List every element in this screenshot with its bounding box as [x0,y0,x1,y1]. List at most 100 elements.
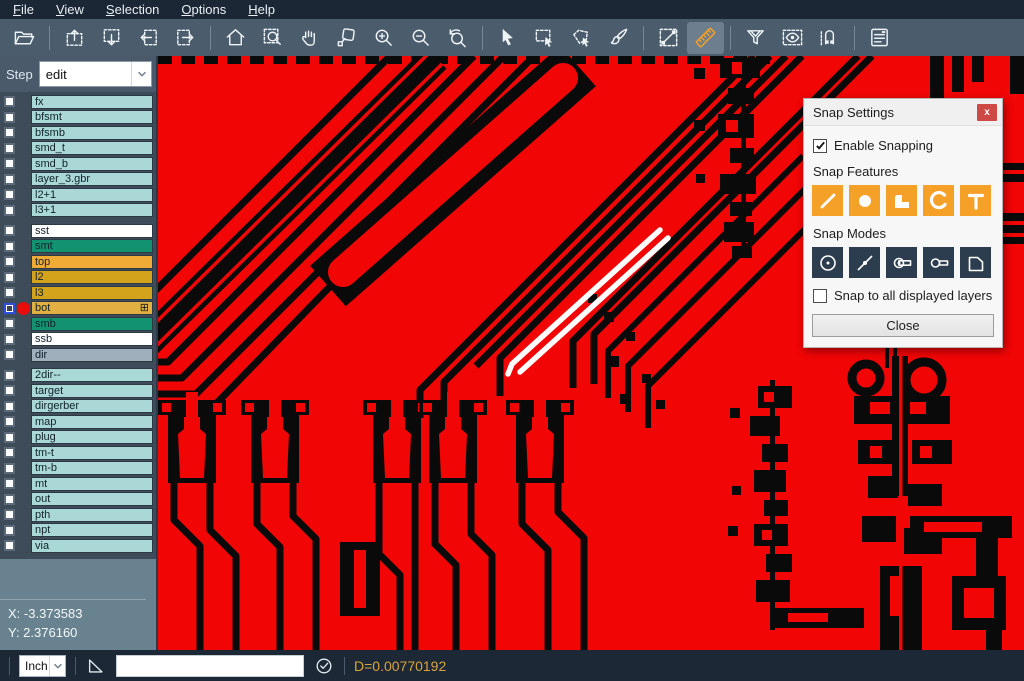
layer-checkbox[interactable] [4,540,15,551]
layer-checkbox[interactable] [4,447,15,458]
layer-row-smt[interactable]: smt [0,239,156,255]
tool-ruler[interactable] [687,22,724,54]
layer-checkbox[interactable] [4,509,15,520]
layer-label[interactable]: tm-t [31,446,153,460]
unit-select[interactable]: Inch [19,655,66,677]
dialog-title-bar[interactable]: Snap Settings x [804,99,1002,126]
layer-row-l2+1[interactable]: l2+1 [0,187,156,203]
layer-label[interactable]: smd_t [31,141,153,155]
confirm-circle-icon[interactable] [313,655,335,677]
layer-label[interactable]: mt [31,477,153,491]
snap-feature-line[interactable] [812,185,843,216]
layer-checkbox[interactable] [4,174,15,185]
layer-checkbox[interactable] [4,463,15,474]
layer-row-map[interactable]: map [0,414,156,430]
layer-row-target[interactable]: target [0,383,156,399]
menu-item-options[interactable]: Options [170,0,237,19]
all-layers-row[interactable]: Snap to all displayed layers [813,288,994,303]
snap-feature-text[interactable] [960,185,991,216]
layer-row-ssb[interactable]: ssb [0,332,156,348]
snap-mode-corner[interactable] [960,247,991,278]
tool-brush[interactable] [600,22,637,54]
layer-row-smb[interactable]: smb [0,316,156,332]
layer-label[interactable]: dirgerber [31,399,153,413]
layer-checkbox[interactable] [4,287,15,298]
close-button[interactable]: Close [812,314,994,337]
layer-label[interactable]: tm-b [31,461,153,475]
corner-angle-icon[interactable] [85,655,107,677]
layer-checkbox[interactable] [4,205,15,216]
layer-label[interactable]: via [31,539,153,553]
layer-label[interactable]: npt [31,523,153,537]
layer-checkbox[interactable] [4,256,15,267]
snap-feature-pad[interactable] [849,185,880,216]
layer-label[interactable]: l3 [31,286,153,300]
layer-label[interactable]: smd_b [31,157,153,171]
tool-select-polygon[interactable] [563,22,600,54]
layer-label[interactable]: smt [31,239,153,253]
layer-label[interactable]: l3+1 [31,203,153,217]
layer-checkbox[interactable] [4,385,15,396]
layer-checkbox[interactable] [4,525,15,536]
layer-label[interactable]: l2+1 [31,188,153,202]
tool-zoom-window[interactable] [254,22,291,54]
tool-report[interactable] [861,22,898,54]
layer-checkbox[interactable] [4,318,15,329]
layer-checkbox[interactable] [4,478,15,489]
step-select[interactable]: edit [39,61,152,87]
layer-row-layer_3.gbr[interactable]: layer_3.gbr [0,172,156,188]
layer-row-bot[interactable]: bot⊞ [0,301,156,317]
layer-label[interactable]: bot⊞ [31,301,153,315]
layer-label[interactable]: sst [31,224,153,238]
menu-item-view[interactable]: View [45,0,95,19]
tool-zoom-home[interactable] [217,22,254,54]
layer-row-top[interactable]: top [0,254,156,270]
layer-label[interactable]: layer_3.gbr [31,172,153,186]
layer-row-pth[interactable]: pth [0,507,156,523]
tool-select-arrow[interactable] [489,22,526,54]
tool-zoom-area[interactable] [328,22,365,54]
layer-checkbox[interactable] [4,303,15,314]
layer-label[interactable]: fx [31,95,153,109]
tool-zoom-previous[interactable] [439,22,476,54]
layer-label[interactable]: target [31,384,153,398]
menu-item-selection[interactable]: Selection [95,0,170,19]
snap-feature-surface[interactable] [886,185,917,216]
command-input[interactable] [116,655,304,677]
layer-checkbox[interactable] [4,96,15,107]
layer-row-dirgerber[interactable]: dirgerber [0,399,156,415]
layer-row-l3+1[interactable]: l3+1 [0,203,156,219]
tool-select-rectangle[interactable] [526,22,563,54]
layer-label[interactable]: ssb [31,332,153,346]
tool-show-hide[interactable] [774,22,811,54]
layer-row-out[interactable]: out [0,492,156,508]
close-icon[interactable]: x [977,104,997,121]
layer-row-bfsmb[interactable]: bfsmb [0,125,156,141]
tool-measure-line[interactable] [650,22,687,54]
all-layers-checkbox[interactable] [813,289,827,303]
layer-label[interactable]: 2dir-- [31,368,153,382]
layer-checkbox[interactable] [4,143,15,154]
layer-label[interactable]: plug [31,430,153,444]
pcb-canvas[interactable]: Snap Settings x Enable Snapping Snap Fea… [158,56,1024,650]
snap-mode-slot-end[interactable] [923,247,954,278]
layer-checkbox[interactable] [4,112,15,123]
layer-row-smd_b[interactable]: smd_b [0,156,156,172]
layer-row-fx[interactable]: fx [0,94,156,110]
layer-row-npt[interactable]: npt [0,523,156,539]
tool-snap[interactable] [811,22,848,54]
tool-pan-down[interactable] [93,22,130,54]
layer-label[interactable]: map [31,415,153,429]
layer-row-dir[interactable]: dir [0,347,156,363]
snap-mode-midpoint[interactable] [849,247,880,278]
layer-row-smd_t[interactable]: smd_t [0,141,156,157]
layer-label[interactable]: top [31,255,153,269]
enable-snapping-checkbox[interactable] [813,139,827,153]
snap-mode-slot-center[interactable] [886,247,917,278]
menu-item-help[interactable]: Help [237,0,286,19]
layer-row-tm-b[interactable]: tm-b [0,461,156,477]
layer-row-tm-t[interactable]: tm-t [0,445,156,461]
tool-filter[interactable] [737,22,774,54]
tool-open-file[interactable] [6,22,43,54]
menu-item-file[interactable]: File [2,0,45,19]
